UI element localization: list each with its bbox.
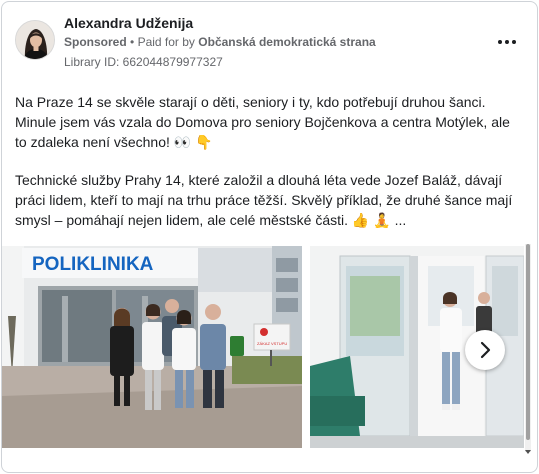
see-more-link[interactable]: ... <box>395 212 407 228</box>
scroll-down-arrow-icon[interactable] <box>524 448 532 456</box>
three-dots-icon <box>497 40 518 44</box>
polyclinic-sign-text: POLIKLINIKA <box>32 254 154 275</box>
carousel-next-button[interactable] <box>465 330 505 370</box>
chevron-right-icon <box>480 341 491 359</box>
scrollbar-thumb[interactable] <box>526 244 530 440</box>
more-options-button[interactable] <box>492 32 522 52</box>
sponsored-label: Sponsored <box>64 35 127 49</box>
polyclinic-photo: POLIKLINIKA ZÁKAZ VSTUPU <box>2 246 302 448</box>
paid-for-prefix: Paid for by <box>137 35 195 49</box>
library-id: Library ID: 662044879977327 <box>64 55 223 69</box>
post-paragraph-2: Technické služby Prahy 14, které založil… <box>15 170 520 230</box>
post-paragraph-1: Na Praze 14 se skvěle starají o děti, se… <box>15 94 510 150</box>
profile-photo <box>16 21 54 59</box>
separator-dot: • <box>130 35 138 49</box>
avatar[interactable] <box>15 20 55 60</box>
ad-card: Alexandra Udženija Sponsored • Paid for … <box>1 1 538 473</box>
sponsored-line: Sponsored • Paid for by Občanská demokra… <box>64 35 376 49</box>
carousel-slide-polyclinic[interactable]: POLIKLINIKA ZÁKAZ VSTUPU <box>2 246 302 448</box>
author-name[interactable]: Alexandra Udženija <box>64 15 193 31</box>
notice-sign-text: ZÁKAZ VSTUPU <box>257 341 287 346</box>
post-paragraph-2-text: Technické služby Prahy 14, které založil… <box>15 172 513 228</box>
post-text: Na Praze 14 se skvěle starají o děti, se… <box>15 92 520 230</box>
image-carousel[interactable]: POLIKLINIKA ZÁKAZ VSTUPU <box>2 246 532 451</box>
sponsor-name[interactable]: Občanská demokratická strana <box>198 35 375 49</box>
